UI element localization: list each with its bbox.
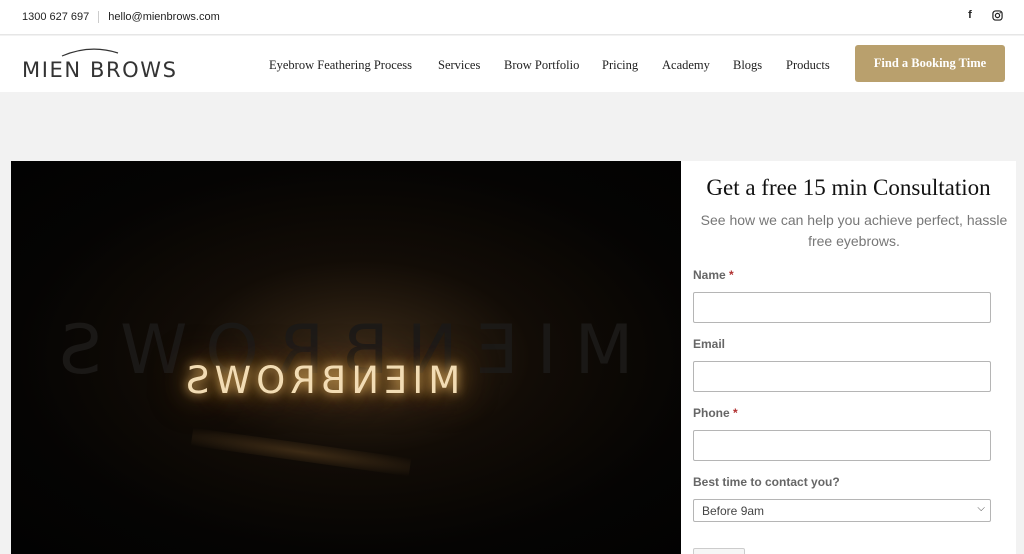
- contact-time-select[interactable]: Before 9am ⌵: [693, 499, 991, 522]
- nav-brow-portfolio[interactable]: Brow Portfolio: [504, 58, 579, 73]
- find-booking-time-button[interactable]: Find a Booking Time: [855, 45, 1005, 82]
- video-overlay-text: MIENBROWS: [181, 359, 461, 402]
- video-light-streak: [190, 427, 412, 477]
- logo-text: MIEN BROWS: [22, 58, 178, 82]
- email-link[interactable]: hello@mienbrows.com: [108, 11, 219, 23]
- top-bar: 1300 627 697 hello@mienbrows.com f: [0, 0, 1024, 35]
- email-field[interactable]: [693, 361, 991, 392]
- nav-academy[interactable]: Academy: [662, 58, 710, 73]
- nav-services[interactable]: Services: [438, 58, 480, 73]
- form-subtitle: See how we can help you achieve perfect,…: [700, 212, 1008, 249]
- nav-products[interactable]: Products: [786, 58, 830, 73]
- consultation-form: Get a free 15 min Consultation See how w…: [681, 161, 1016, 554]
- required-mark: *: [729, 268, 734, 282]
- main-header: MIEN BROWS Eyebrow Feathering Process Se…: [0, 36, 1024, 92]
- email-label: Email: [693, 337, 726, 351]
- contact-time-label: Best time to contact you?: [693, 475, 840, 489]
- facebook-icon[interactable]: f: [962, 7, 978, 23]
- instagram-icon[interactable]: [989, 7, 1005, 23]
- submit-button[interactable]: [693, 548, 745, 554]
- nav-eyebrow-feathering-process[interactable]: Eyebrow Feathering Process: [269, 58, 412, 73]
- contact-time-value: Before 9am: [702, 504, 765, 518]
- form-title: Get a free 15 min Consultation: [706, 175, 991, 200]
- name-label: Name *: [693, 268, 734, 282]
- required-mark: *: [733, 406, 738, 420]
- nav-blogs[interactable]: Blogs: [733, 58, 762, 73]
- divider: [98, 11, 100, 23]
- name-field[interactable]: [693, 292, 991, 323]
- hero-video[interactable]: MIENBROWS MIENBROWS: [11, 161, 681, 554]
- nav-pricing[interactable]: Pricing: [602, 58, 638, 73]
- logo[interactable]: MIEN BROWS: [22, 46, 182, 82]
- chevron-down-icon: ⌵: [977, 503, 985, 514]
- phone-link[interactable]: 1300 627 697: [22, 11, 89, 23]
- phone-field[interactable]: [693, 430, 991, 461]
- logo-arc-icon: [61, 48, 119, 57]
- phone-label: Phone *: [693, 406, 738, 420]
- contact-info: 1300 627 697 hello@mienbrows.com: [22, 11, 220, 23]
